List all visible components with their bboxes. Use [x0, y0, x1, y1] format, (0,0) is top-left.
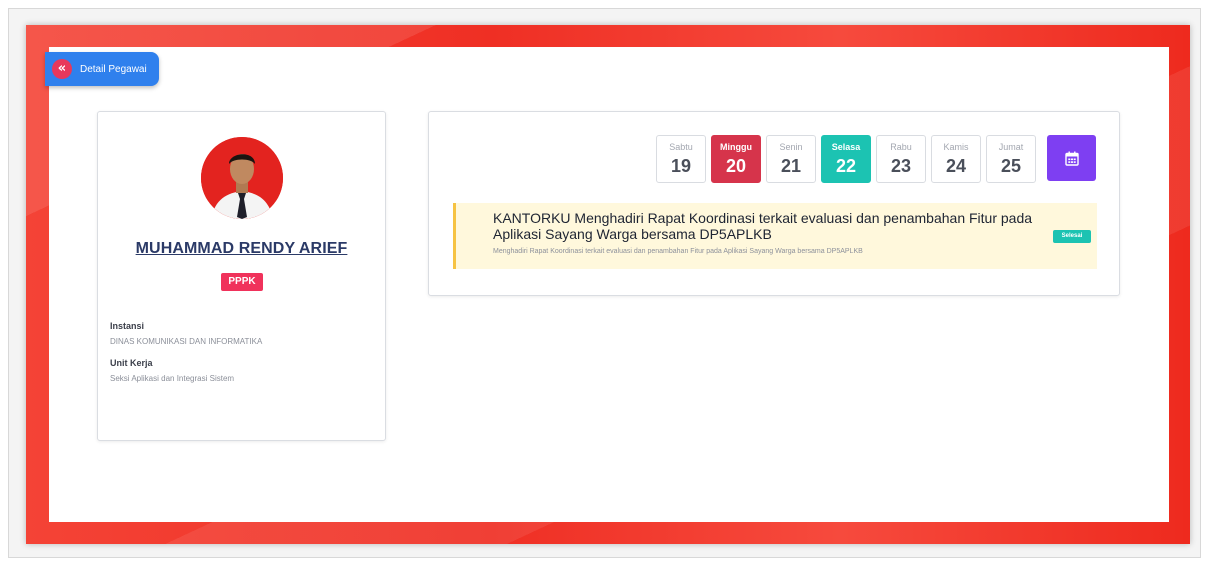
day-name: Sabtu [669, 142, 693, 152]
event-item[interactable]: KANTORKU Menghadiri Rapat Koordinasi ter… [453, 203, 1097, 269]
employee-name: MUHAMMAD RENDY ARIEF [135, 240, 348, 257]
day-cell-selasa[interactable]: Selasa 22 [821, 135, 871, 183]
day-date: 20 [725, 156, 747, 176]
day-date: 25 [1000, 156, 1022, 176]
day-name: Kamis [943, 142, 969, 152]
back-button[interactable]: « Detail Pegawai [45, 52, 159, 86]
day-cell-senin[interactable]: Senin 21 [766, 135, 816, 183]
profile-photo [201, 137, 283, 219]
day-name: Selasa [831, 142, 861, 152]
day-name: Minggu [720, 142, 752, 152]
day-cell-kamis[interactable]: Kamis 24 [931, 135, 981, 183]
instansi-label: Instansi [110, 321, 145, 331]
day-date: 19 [670, 156, 692, 176]
day-name: Rabu [890, 142, 912, 152]
instansi-value: DINAS KOMUNIKASI DAN INFORMATIKA [110, 337, 263, 346]
day-date: 23 [890, 156, 912, 176]
page-title: Detail Pegawai [80, 63, 147, 75]
employee-type-badge: PPPK [221, 273, 263, 291]
unit-kerja-label: Unit Kerja [110, 358, 153, 368]
day-name: Jumat [998, 142, 1024, 152]
event-description: Menghadiri Rapat Koordinasi terkait eval… [493, 248, 863, 255]
day-name: Senin [779, 142, 803, 152]
status-badge: Selesai [1053, 230, 1091, 243]
day-date: 24 [945, 156, 967, 176]
schedule-card: Sabtu 19 Minggu 20 Senin 21 Selasa 22 Ra… [428, 111, 1120, 296]
calendar-icon [1064, 151, 1079, 166]
day-cell-jumat[interactable]: Jumat 25 [986, 135, 1036, 183]
calendar-picker-button[interactable] [1047, 135, 1096, 181]
day-date: 22 [835, 156, 857, 176]
unit-kerja-value: Seksi Aplikasi dan Integrasi Sistem [110, 374, 235, 383]
day-cell-rabu[interactable]: Rabu 23 [876, 135, 926, 183]
day-date: 21 [780, 156, 802, 176]
day-cell-sabtu[interactable]: Sabtu 19 [656, 135, 706, 183]
profile-card: MUHAMMAD RENDY ARIEF PPPK Instansi DINAS… [97, 111, 386, 441]
day-selector: Sabtu 19 Minggu 20 Senin 21 Selasa 22 Ra… [656, 135, 1036, 183]
double-chevron-left-icon[interactable]: « [52, 59, 72, 79]
day-cell-minggu[interactable]: Minggu 20 [711, 135, 761, 183]
event-title: KANTORKU Menghadiri Rapat Koordinasi ter… [493, 210, 1033, 242]
avatar [201, 137, 283, 219]
